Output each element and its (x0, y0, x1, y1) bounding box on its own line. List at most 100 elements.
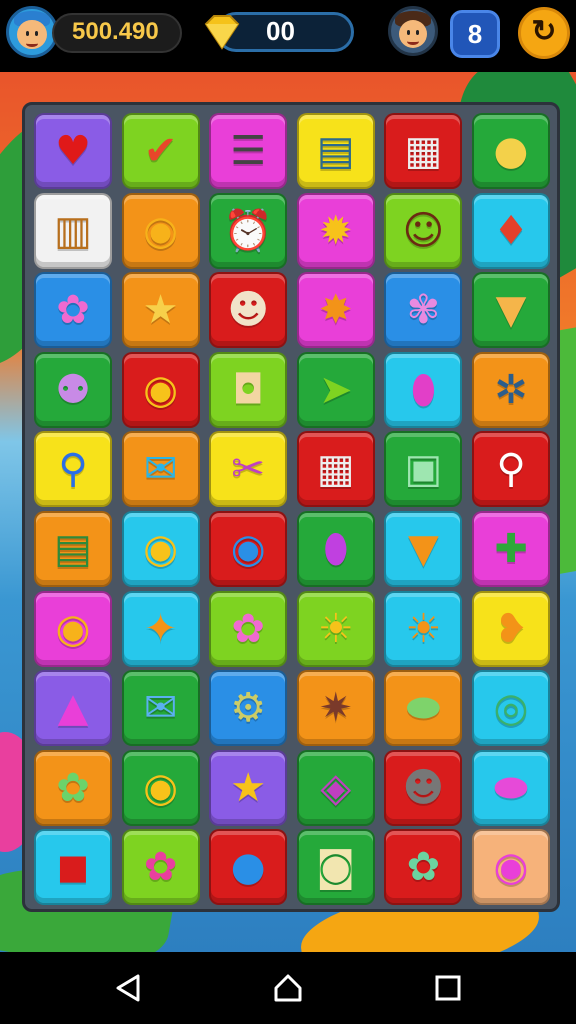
briefcase-icon: ▣ (404, 446, 443, 493)
board-tile[interactable]: ☺ (384, 192, 463, 269)
board-tile[interactable]: ⬬ (472, 749, 550, 826)
board-tile[interactable]: ◉ (472, 829, 550, 906)
fish-icon: ◉ (143, 526, 179, 572)
tools-icon: ✂ (231, 446, 265, 493)
board-tile[interactable]: ☻ (384, 749, 463, 826)
board-tile[interactable]: ✹ (296, 192, 375, 269)
board-tile[interactable]: ✲ (472, 351, 550, 428)
board-tile[interactable]: ▤ (296, 113, 375, 189)
board-tile[interactable]: ✸ (296, 272, 375, 349)
board-tile[interactable]: ◼ (34, 829, 112, 906)
cup-icon: ◘ (232, 366, 265, 413)
board-tile[interactable]: ⚲ (34, 431, 112, 508)
alien-icon: ✾ (406, 287, 441, 334)
board-tile[interactable]: ☀ (296, 590, 375, 667)
alarm-clock-icon: ⏰ (223, 207, 274, 254)
star-icon: ★ (230, 764, 267, 811)
board-tile[interactable]: ⬮ (384, 351, 463, 428)
friend-avatar[interactable] (388, 6, 438, 56)
board-tile[interactable]: ⚲ (472, 431, 550, 508)
board-tile[interactable]: ⚉ (34, 351, 112, 428)
recents-icon[interactable] (428, 968, 468, 1008)
board-tile[interactable]: ✚ (472, 511, 550, 587)
home-icon[interactable] (268, 968, 308, 1008)
board-tile[interactable]: ✂ (209, 431, 288, 508)
globe-icon: ● (230, 844, 266, 891)
board-tile[interactable]: ▼ (384, 511, 463, 587)
list-icon: ☰ (230, 128, 267, 174)
board-tile[interactable]: ◉ (121, 749, 200, 826)
bucket-icon: ◙ (316, 844, 356, 891)
board-tile[interactable]: ● (209, 829, 288, 906)
triangle-icon: ▲ (57, 685, 89, 732)
board-tile[interactable]: ⏰ (209, 192, 288, 269)
robot-icon: ☻ (402, 764, 445, 811)
gear-icon: ✲ (494, 366, 528, 413)
refresh-icon: ↻ (531, 15, 557, 48)
board-tile[interactable]: ☻ (209, 272, 288, 349)
ring-icon: ⚙ (230, 685, 267, 732)
board-tile[interactable]: ● (472, 113, 550, 189)
cube-icon: ◼ (56, 844, 90, 891)
board-tile[interactable]: ▲ (34, 670, 112, 747)
board-tile[interactable]: ◙ (296, 829, 375, 906)
board-tile[interactable]: ◉ (209, 511, 288, 587)
board-tile[interactable]: ✦ (121, 590, 200, 667)
back-icon[interactable] (108, 968, 148, 1008)
refresh-button[interactable]: ↻ (518, 7, 570, 59)
board-tile[interactable]: ★ (121, 272, 200, 349)
board-tile[interactable]: ▥ (34, 192, 112, 269)
board-tile[interactable]: ✾ (384, 272, 463, 349)
board-tile[interactable]: ❥ (472, 590, 550, 667)
envelope-icon: ✉ (143, 446, 178, 493)
board-tile[interactable]: ☀ (384, 590, 463, 667)
board-tile[interactable]: ★ (209, 749, 288, 826)
board-tile[interactable]: ✿ (209, 590, 288, 667)
board-tile[interactable]: ♦ (472, 192, 550, 269)
microphone-icon: ♦ (493, 207, 529, 254)
gem-icon (204, 15, 240, 50)
board-tile[interactable]: ✔ (121, 113, 200, 189)
board-tile[interactable]: ◉ (121, 351, 200, 428)
bone-icon: ⚉ (55, 366, 91, 413)
jar-icon: ⬮ (410, 366, 436, 413)
system-nav-bar (0, 952, 576, 1024)
character-icon: ☺ (402, 207, 445, 254)
board-tile[interactable]: ▦ (384, 113, 463, 189)
board-tile[interactable]: ▣ (384, 431, 463, 508)
game-board: ♥ ✔ ☰ ▤ ▦ ● ▥ ◉ ⏰ ✹ ☺ ♦ ✿ ★ ☻ ✸ ✾ ▼ ⚉ ◉ ◘ ➤ ⬮ ✲ ⚲ ✉ ✂ ▦ ▣ ⚲ ▤ ◉ ◉ ⬮ ▼ ✚ ◉ ✦ ✿ ☀… (22, 102, 560, 912)
board-tile[interactable]: ✉ (121, 431, 200, 508)
board-tile[interactable]: ✷ (296, 670, 375, 747)
clipboard-icon: ▦ (316, 446, 355, 493)
board-tile[interactable]: ✿ (121, 829, 200, 906)
board-tile[interactable]: ⚙ (209, 670, 288, 747)
fish-icon: ◉ (143, 207, 179, 254)
player-avatar[interactable] (6, 6, 58, 58)
board-tile[interactable]: ◉ (34, 590, 112, 667)
board-tile[interactable]: ✿ (34, 749, 112, 826)
envelope-icon: ✉ (143, 685, 178, 732)
board-tile[interactable]: ◉ (121, 192, 200, 269)
board-tile[interactable]: ⬬ (384, 670, 463, 747)
board-tile[interactable]: ⬮ (296, 511, 375, 587)
board-tile[interactable]: ♥ (34, 113, 112, 189)
board-tile[interactable]: ✿ (34, 272, 112, 349)
board-tile[interactable]: ▼ (472, 272, 550, 349)
slime-icon: ✿ (406, 844, 441, 891)
board-tile[interactable]: ▦ (296, 431, 375, 508)
hud-bar: 500.490 00 8 ↻ (0, 0, 576, 72)
board-tile[interactable]: ☰ (209, 113, 288, 189)
slime-icon: ⬬ (406, 685, 441, 732)
board-tile[interactable]: ◈ (296, 749, 375, 826)
board-tile[interactable]: ◘ (209, 351, 288, 428)
monster-icon: ✿ (56, 287, 90, 334)
board-tile[interactable]: ✉ (121, 670, 200, 747)
board-tile[interactable]: ➤ (296, 351, 375, 428)
board-tile[interactable]: ▤ (34, 511, 112, 587)
fish-icon: ◉ (143, 764, 179, 811)
board-tile[interactable]: ◉ (121, 511, 200, 587)
board-tile[interactable]: ✿ (384, 829, 463, 906)
candy-icon: ✿ (143, 844, 178, 891)
heart-icon: ♥ (55, 128, 91, 174)
board-tile[interactable]: ◎ (472, 670, 550, 747)
